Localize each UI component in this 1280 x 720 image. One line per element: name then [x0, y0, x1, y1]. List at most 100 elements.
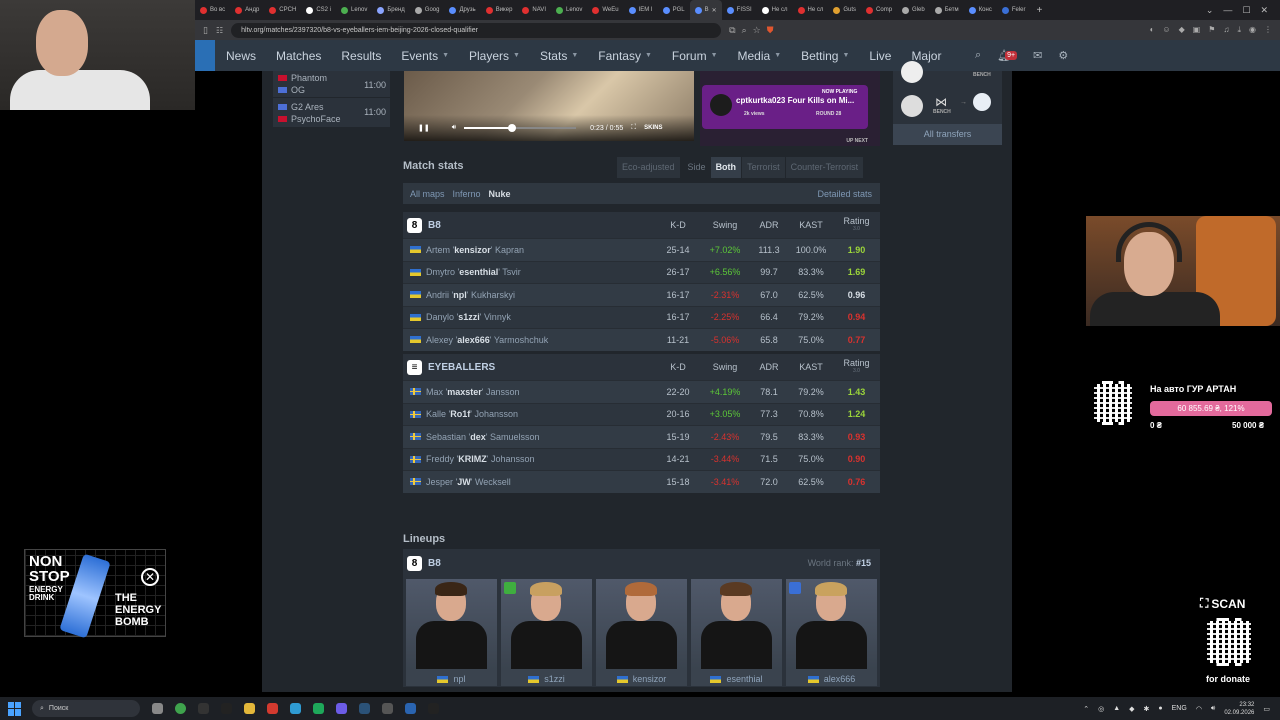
detailed-stats-link[interactable]: Detailed stats	[817, 189, 880, 199]
column-header-swing[interactable]: Swing	[701, 362, 749, 372]
nav-matches[interactable]: Matches	[266, 49, 331, 63]
tab-search-icon[interactable]: ⌄	[1206, 5, 1214, 16]
up-next-label[interactable]: UP NEXT	[846, 138, 868, 144]
browser-tab[interactable]: Не сл	[757, 0, 793, 20]
now-playing-widget[interactable]: NOW PLAYING cptkurtka023 Four Kills on M…	[700, 71, 880, 146]
clock[interactable]: 23:32 02.09.2026	[1224, 701, 1254, 717]
upcoming-match[interactable]: G2 Ares PsychoFace 11:00	[273, 98, 390, 127]
player-name-link[interactable]: Dmytro 'esenthial' Tsvir	[403, 267, 655, 277]
player-name-link[interactable]: Andrii 'npl' Kukharskyi	[403, 290, 655, 300]
taskbar-search[interactable]: ⌕ Поиск	[32, 700, 140, 717]
bookmark-icon[interactable]: ▯	[203, 25, 208, 36]
column-header-kd[interactable]: K-D	[655, 220, 701, 230]
extension-shield-icon[interactable]: ⛊	[767, 25, 774, 36]
browser-tab[interactable]: WeEu	[587, 0, 623, 20]
app-tray-icon[interactable]: ●	[1158, 705, 1162, 712]
lineup-player-card[interactable]: kensizor	[596, 579, 687, 686]
browser-tab[interactable]: Comp	[861, 0, 897, 20]
nav-news[interactable]: News	[216, 49, 266, 63]
browser-tab[interactable]: NAVI	[517, 0, 551, 20]
browser-tab[interactable]: Викер	[481, 0, 518, 20]
nav-betting[interactable]: Betting ▼	[791, 49, 859, 63]
site-logo[interactable]	[195, 40, 215, 71]
nav-live[interactable]: Live	[859, 49, 901, 63]
new-tab-icon[interactable]: +	[1031, 5, 1049, 16]
player-name-link[interactable]: Alexey 'alex666' Yarmoshchuk	[403, 335, 655, 345]
browser-tab[interactable]: CS2 i	[301, 0, 336, 20]
volume-icon[interactable]: 🔊︎	[452, 124, 456, 132]
column-header-kast[interactable]: KAST	[789, 362, 833, 372]
app-tray-icon[interactable]: ◎	[1098, 705, 1104, 713]
team-header[interactable]: 8 B8	[403, 217, 655, 233]
browser-tab[interactable]: Бетм	[930, 0, 964, 20]
extension-icon[interactable]: ☺	[1162, 25, 1170, 35]
nav-forum[interactable]: Forum ▼	[662, 49, 728, 63]
app-icon[interactable]	[198, 703, 209, 714]
map-tab-inferno[interactable]: Inferno	[453, 189, 481, 199]
notifications-icon[interactable]: 🔔︎9+	[997, 49, 1018, 62]
side-filter-terrorist[interactable]: Terrorist	[742, 157, 785, 178]
wifi-icon[interactable]: ◠	[1196, 705, 1202, 713]
team-header[interactable]: ≡ EYEBALLERS	[403, 359, 655, 375]
browser-tab[interactable]: CPCH	[264, 0, 301, 20]
extension-icon[interactable]: ▣	[1193, 25, 1201, 35]
jetbrains-icon[interactable]	[428, 703, 439, 714]
player-name-link[interactable]: Jesper 'JW' Wecksell	[403, 477, 655, 487]
browser-tab[interactable]: Goog	[410, 0, 445, 20]
jetbrains-icon[interactable]	[221, 703, 232, 714]
now-playing-card[interactable]: NOW PLAYING cptkurtka023 Four Kills on M…	[702, 85, 868, 129]
extension-icon[interactable]: ♫	[1223, 25, 1229, 35]
column-header-kd[interactable]: K-D	[655, 362, 701, 372]
menu-icon[interactable]: ⋮	[1264, 25, 1272, 35]
all-transfers-link[interactable]: All transfers	[893, 124, 1002, 145]
browser-tab[interactable]: Gleb	[897, 0, 930, 20]
extension-icon[interactable]: ⚑	[1208, 25, 1215, 35]
player-name-link[interactable]: Danylo 's1zzi' Vinnyk	[403, 312, 655, 322]
notification-center-icon[interactable]: ▭	[1263, 705, 1270, 713]
settings-icon[interactable]	[382, 703, 393, 714]
app-icon[interactable]	[313, 703, 324, 714]
app-tray-icon[interactable]: ✱	[1144, 705, 1150, 713]
browser-tab[interactable]: Lenov	[551, 0, 587, 20]
volume-icon[interactable]: 🔊︎	[1211, 705, 1215, 713]
video-progress-bar[interactable]	[464, 124, 577, 132]
steam-icon[interactable]	[359, 703, 370, 714]
player-name-link[interactable]: Sebastian 'dex' Samuelsson	[403, 432, 655, 442]
folder-icon[interactable]	[244, 703, 255, 714]
messages-icon[interactable]: ✉	[1033, 49, 1042, 62]
browser-tab[interactable]: PGL	[658, 0, 690, 20]
translate-icon[interactable]: ⧉	[729, 25, 735, 36]
side-filter-both[interactable]: Both	[710, 157, 742, 178]
app-tray-icon[interactable]: ▲	[1113, 705, 1120, 712]
nav-stats[interactable]: Stats ▼	[530, 49, 588, 63]
zoom-icon[interactable]: ⌕	[742, 25, 747, 36]
close-window-icon[interactable]: ✕	[1260, 5, 1268, 16]
browser-tab[interactable]: Друзь	[444, 0, 480, 20]
eco-adjusted-toggle[interactable]: Eco-adjusted	[617, 157, 680, 178]
url-input[interactable]: hltv.org/matches/2397320/b8-vs-eyeballer…	[231, 22, 722, 38]
browser-tab[interactable]: Guts	[828, 0, 861, 20]
settings-gear-icon[interactable]: ⚙	[1058, 49, 1068, 62]
browser-tab[interactable]: Не сл	[793, 0, 829, 20]
browser-tab[interactable]: FISSI	[722, 0, 757, 20]
player-name-link[interactable]: Freddy 'KRIMZ' Johansson	[403, 454, 655, 464]
browser-tab[interactable]: Feler	[997, 0, 1031, 20]
lineup-player-card[interactable]: alex666	[786, 579, 877, 686]
video-player[interactable]: ❚❚ 🔊︎ 0:23 / 0:55 ⛶ SKINS	[404, 71, 694, 141]
side-filter-ct[interactable]: Counter-Terrorist	[785, 157, 864, 178]
browser-tab[interactable]: B ✕	[689, 0, 722, 20]
star-icon[interactable]: ☆	[753, 25, 761, 36]
app-icon[interactable]	[405, 703, 416, 714]
extension-icon[interactable]: ◐	[1150, 25, 1155, 35]
discord-icon[interactable]	[336, 703, 347, 714]
browser-tab[interactable]: Андр	[230, 0, 264, 20]
brave-icon[interactable]	[267, 703, 278, 714]
lineup-player-card[interactable]: esenthial	[691, 579, 782, 686]
windows-start-icon[interactable]	[8, 701, 22, 716]
nav-events[interactable]: Events ▼	[391, 49, 459, 63]
app-icon[interactable]	[152, 703, 163, 714]
column-header-adr[interactable]: ADR	[749, 362, 789, 372]
browser-tab[interactable]: IEM I	[624, 0, 658, 20]
browser-tab[interactable]: Бренд	[372, 0, 409, 20]
tab-close-icon[interactable]: ✕	[712, 7, 717, 14]
